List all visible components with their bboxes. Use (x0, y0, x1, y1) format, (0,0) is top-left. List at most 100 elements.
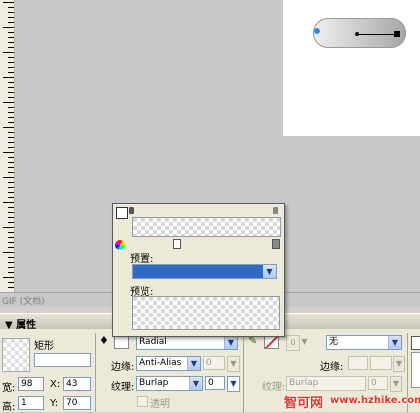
color-stop-left[interactable] (173, 239, 181, 249)
stroke-color-swatch[interactable] (264, 335, 279, 349)
ruler-tick (8, 137, 14, 138)
ruler-tick (8, 267, 14, 268)
ruler-tick (8, 97, 14, 98)
ruler-tick (8, 42, 14, 43)
paint-bucket-icon[interactable]: ♦ (99, 334, 112, 347)
ruler-tick (3, 152, 14, 153)
color-wheel-icon[interactable] (115, 240, 125, 250)
ruler-tick (8, 132, 14, 133)
gradient-end-handle[interactable] (394, 31, 400, 37)
height-field[interactable]: 1 (18, 396, 44, 410)
effects-list[interactable] (411, 352, 420, 388)
stroke-texture-amount-field[interactable]: 0 (368, 376, 388, 390)
color-ramp-icon[interactable] (116, 207, 128, 219)
ruler-tick (8, 17, 14, 18)
ruler-tick (8, 157, 14, 158)
width-field[interactable]: 98 (18, 377, 44, 391)
y-field[interactable]: 70 (63, 396, 91, 410)
color-stop-right[interactable] (272, 239, 280, 249)
ruler-tick (8, 237, 14, 238)
chevron-down-icon: ▼ (224, 336, 237, 349)
ruler-tick (3, 202, 14, 203)
ruler-tick (8, 87, 14, 88)
preset-select[interactable]: ▼ (132, 264, 277, 279)
gradient-ramp[interactable] (132, 217, 281, 237)
opacity-stop-left[interactable] (129, 207, 134, 214)
ruler-tick (3, 252, 14, 253)
edge-select[interactable]: Anti-Alias ▼ (136, 356, 201, 371)
tool-name-label: 矩形 (34, 341, 54, 352)
ruler-tick (8, 212, 14, 213)
edge-amount-field[interactable]: 0 (203, 356, 225, 370)
x-field[interactable]: 43 (63, 377, 91, 391)
texture-amount-field[interactable]: 0 (205, 376, 225, 390)
transparent-checkbox[interactable] (137, 396, 148, 407)
ruler-tick (3, 77, 14, 78)
opacity-stop-right[interactable] (273, 207, 278, 214)
height-label: 高: (2, 402, 16, 413)
stroke-texture-label: 纹理: (262, 382, 286, 393)
ruler-tick (3, 177, 14, 178)
fill-color-swatch[interactable] (114, 335, 129, 349)
ruler-tick (8, 112, 14, 113)
gradient-mid-handle[interactable] (355, 32, 359, 36)
ruler-tick (8, 57, 14, 58)
stroke-edge-amount-field[interactable] (370, 356, 392, 370)
chevron-down-icon[interactable]: ▼ (390, 376, 402, 392)
stroke-type-select[interactable]: 无 ▼ (326, 335, 402, 350)
ruler-tick (8, 207, 14, 208)
ruler-tick (8, 47, 14, 48)
stroke-size-field[interactable]: 0 (286, 335, 300, 351)
ruler-tick (8, 247, 14, 248)
ruler-tick (8, 257, 14, 258)
texture-value: Burlap (139, 378, 169, 388)
chevron-down-icon: ▼ (263, 265, 276, 278)
chevron-down-icon[interactable]: ▼ (299, 335, 310, 349)
ruler-tick (8, 272, 14, 273)
ruler-tick (8, 287, 14, 288)
effects-icon[interactable] (411, 336, 420, 350)
ruler-tick (8, 182, 14, 183)
ruler-tick (3, 227, 14, 228)
ruler-tick (8, 232, 14, 233)
shape-name-field[interactable] (34, 353, 91, 367)
watermark-url: www.hzhike.com (330, 395, 420, 406)
rounded-rectangle-shape[interactable] (313, 18, 406, 48)
chevron-down-icon: ▼ (187, 357, 200, 370)
ruler-tick (8, 197, 14, 198)
x-label: X: (50, 379, 61, 390)
texture-select[interactable]: Burlap ▼ (136, 376, 203, 391)
document-label: GIF (文档) (2, 297, 45, 307)
gradient-start-handle[interactable] (314, 28, 320, 34)
ruler-tick (8, 187, 14, 188)
chevron-down-icon[interactable]: ▼ (393, 356, 405, 372)
ruler-tick (8, 222, 14, 223)
ruler-tick (3, 277, 14, 278)
width-label: 宽: (2, 383, 16, 394)
ruler-tick (8, 122, 14, 123)
ruler-tick (8, 217, 14, 218)
ruler-tick (8, 92, 14, 93)
shape-thumbnail (2, 338, 30, 372)
ruler-tick (8, 242, 14, 243)
preset-label: 预置: (130, 254, 154, 265)
ruler-tick (8, 142, 14, 143)
stroke-edge-field[interactable] (348, 356, 368, 370)
ruler-tick (8, 7, 14, 8)
stroke-texture-select[interactable]: Burlap (286, 376, 366, 391)
chevron-down-icon[interactable]: ▼ (227, 356, 240, 372)
ruler-tick (8, 162, 14, 163)
ruler-tick (3, 2, 14, 3)
fill-type-select[interactable]: Radial ▼ (136, 335, 238, 350)
chevron-down-icon[interactable]: ▼ (227, 376, 240, 392)
fill-type-value: Radial (139, 337, 167, 347)
gradient-handle-line (357, 34, 397, 35)
ruler-tick (8, 37, 14, 38)
ruler-tick (8, 192, 14, 193)
ruler-tick (8, 282, 14, 283)
preview-box (132, 296, 280, 330)
stroke-texture-value: Burlap (289, 378, 319, 388)
ruler-tick (8, 172, 14, 173)
transparent-label: 透明 (150, 399, 170, 410)
texture-label: 纹理: (111, 382, 135, 393)
